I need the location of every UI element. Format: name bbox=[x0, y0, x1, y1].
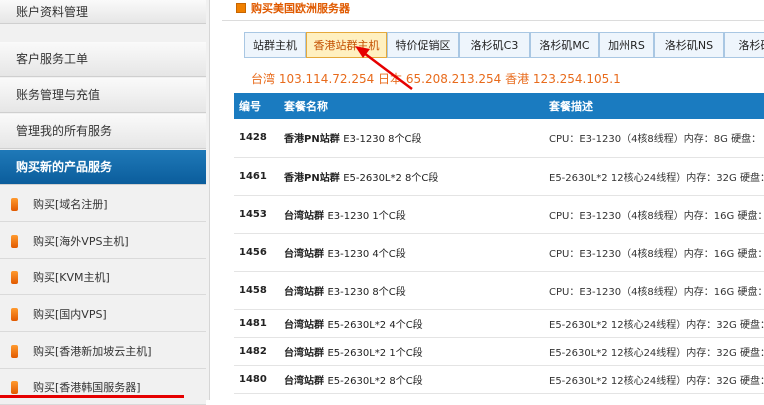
table-row[interactable]: 1458 台湾站群 E3-1230 8个C段 CPU：E3-1230（4核8线程… bbox=[234, 271, 764, 310]
table-row[interactable]: 1453 台湾站群 E3-1230 1个C段 CPU：E3-1230（4核8线程… bbox=[234, 195, 764, 234]
package-table: 编号 套餐名称 套餐描述 1428 香港PN站群 E3-1230 8个C段 CP… bbox=[234, 93, 764, 394]
table-row[interactable]: 1456 台湾站群 E3-1230 4个C段 CPU：E3-1230（4核8线程… bbox=[234, 233, 764, 272]
package-desc: E5-2630L*2 12核心24线程）内存：32G 硬盘： bbox=[544, 309, 764, 338]
package-id: 1428 bbox=[234, 119, 279, 158]
annotation-arrow-icon bbox=[355, 46, 413, 90]
sidebar-subitem-hk-sg-cloud[interactable]: 购买[香港新加坡云主机] bbox=[0, 334, 206, 369]
package-spec: E5-2630L*2 4个C段 bbox=[327, 319, 423, 331]
sidebar-subitem-label: 购买[海外VPS主机] bbox=[33, 235, 129, 248]
package-desc: CPU：E3-1230（4核8线程）内存：16G 硬盘： bbox=[544, 233, 764, 272]
table-row[interactable]: 1481 台湾站群 E5-2630L*2 4个C段 E5-2630L*2 12核… bbox=[234, 309, 764, 338]
package-desc: CPU：E3-1230（4核8线程）内存：16G 硬盘： bbox=[544, 271, 764, 310]
sidebar-subitem-overseas-vps[interactable]: 购买[海外VPS主机] bbox=[0, 224, 206, 259]
package-desc: CPU：E3-1230（4核8线程）内存：16G 硬盘： bbox=[544, 195, 764, 234]
bullet-icon bbox=[11, 308, 18, 321]
bullet-icon bbox=[11, 381, 18, 394]
bullet-icon bbox=[11, 198, 18, 211]
package-title: 台湾站群 bbox=[284, 319, 324, 331]
package-spec: E5-2630L*2 1个C段 bbox=[327, 347, 423, 359]
sidebar-subitem-label: 购买[域名注册] bbox=[33, 198, 108, 211]
package-desc: CPU：E3-1230（4核8线程）内存：8G 硬盘： bbox=[544, 119, 764, 158]
table-header-row: 编号 套餐名称 套餐描述 bbox=[234, 93, 764, 119]
package-name[interactable]: 台湾站群 E3-1230 8个C段 bbox=[279, 271, 544, 310]
sidebar-item-account[interactable]: 账户资料管理 bbox=[0, 0, 206, 24]
sidebar-subitem-domain[interactable]: 购买[域名注册] bbox=[0, 187, 206, 222]
col-header-desc: 套餐描述 bbox=[544, 93, 764, 119]
sidebar-subitem-label: 购买[国内VPS] bbox=[33, 308, 107, 321]
package-spec: E3-1230 1个C段 bbox=[327, 210, 406, 222]
bullet-icon bbox=[11, 345, 18, 358]
package-spec: E5-2630L*2 8个C段 bbox=[343, 172, 439, 184]
package-spec: E5-2630L*2 8个C段 bbox=[327, 375, 423, 387]
package-spec: E3-1230 8个C段 bbox=[343, 134, 422, 146]
sidebar-item-services[interactable]: 管理我的所有服务 bbox=[0, 114, 206, 149]
table-row[interactable]: 1482 台湾站群 E5-2630L*2 1个C段 E5-2630L*2 12核… bbox=[234, 337, 764, 366]
sidebar-item-tickets[interactable]: 客户服务工单 bbox=[0, 42, 206, 77]
package-desc: E5-2630L*2 12核心24线程）内存：32G 硬盘： bbox=[544, 337, 764, 366]
package-name[interactable]: 台湾站群 E3-1230 1个C段 bbox=[279, 195, 544, 234]
package-spec: E3-1230 4个C段 bbox=[327, 248, 406, 260]
col-header-num: 编号 bbox=[234, 93, 279, 119]
package-title: 香港PN站群 bbox=[284, 134, 340, 146]
package-title: 台湾站群 bbox=[284, 210, 324, 222]
table-row[interactable]: 1428 香港PN站群 E3-1230 8个C段 CPU：E3-1230（4核8… bbox=[234, 119, 764, 158]
package-name[interactable]: 台湾站群 E5-2630L*2 4个C段 bbox=[279, 309, 544, 338]
package-name[interactable]: 香港PN站群 E5-2630L*2 8个C段 bbox=[279, 157, 544, 196]
col-header-name: 套餐名称 bbox=[279, 93, 544, 119]
package-title: 台湾站群 bbox=[284, 248, 324, 260]
package-id: 1461 bbox=[234, 157, 279, 196]
package-name[interactable]: 香港PN站群 E3-1230 8个C段 bbox=[279, 119, 544, 158]
package-desc: E5-2630L*2 12核心24线程）内存：32G 硬盘： bbox=[544, 157, 764, 196]
sidebar-subitem-label: 购买[香港新加坡云主机] bbox=[33, 345, 152, 358]
package-desc: E5-2630L*2 12核心24线程）内存：32G 硬盘： bbox=[544, 365, 764, 394]
bullet-icon bbox=[11, 271, 18, 284]
table-row[interactable]: 1480 台湾站群 E5-2630L*2 8个C段 E5-2630L*2 12核… bbox=[234, 365, 764, 394]
package-title: 台湾站群 bbox=[284, 286, 324, 298]
main-content: 购买美国欧洲服务器 站群主机 香港站群主机 特价促销区 洛杉矶C3 洛杉矶MC … bbox=[222, 0, 764, 400]
bullet-icon bbox=[11, 235, 18, 248]
package-id: 1458 bbox=[234, 271, 279, 310]
table-row[interactable]: 1461 香港PN站群 E5-2630L*2 8个C段 E5-2630L*2 1… bbox=[234, 157, 764, 196]
package-id: 1482 bbox=[234, 337, 279, 366]
package-id: 1456 bbox=[234, 233, 279, 272]
package-title: 台湾站群 bbox=[284, 375, 324, 387]
package-name[interactable]: 台湾站群 E5-2630L*2 1个C段 bbox=[279, 337, 544, 366]
sidebar-subitem-label: 购买[KVM主机] bbox=[33, 271, 110, 284]
package-title: 台湾站群 bbox=[284, 347, 324, 359]
package-title: 香港PN站群 bbox=[284, 172, 340, 184]
package-id: 1453 bbox=[234, 195, 279, 234]
package-name[interactable]: 台湾站群 E3-1230 4个C段 bbox=[279, 233, 544, 272]
package-spec: E3-1230 8个C段 bbox=[327, 286, 406, 298]
package-id: 1480 bbox=[234, 365, 279, 394]
sidebar-subitem-domestic-vps[interactable]: 购买[国内VPS] bbox=[0, 297, 206, 332]
sidebar-item-billing[interactable]: 账务管理与充值 bbox=[0, 78, 206, 113]
package-id: 1481 bbox=[234, 309, 279, 338]
sidebar: 账户资料管理 客户服务工单 账务管理与充值 管理我的所有服务 购买新的产品服务 … bbox=[0, 0, 210, 405]
package-name[interactable]: 台湾站群 E5-2630L*2 8个C段 bbox=[279, 365, 544, 394]
sidebar-item-buy-new[interactable]: 购买新的产品服务 bbox=[0, 150, 206, 185]
sidebar-subitem-kvm[interactable]: 购买[KVM主机] bbox=[0, 260, 206, 295]
annotation-underline bbox=[0, 395, 184, 398]
